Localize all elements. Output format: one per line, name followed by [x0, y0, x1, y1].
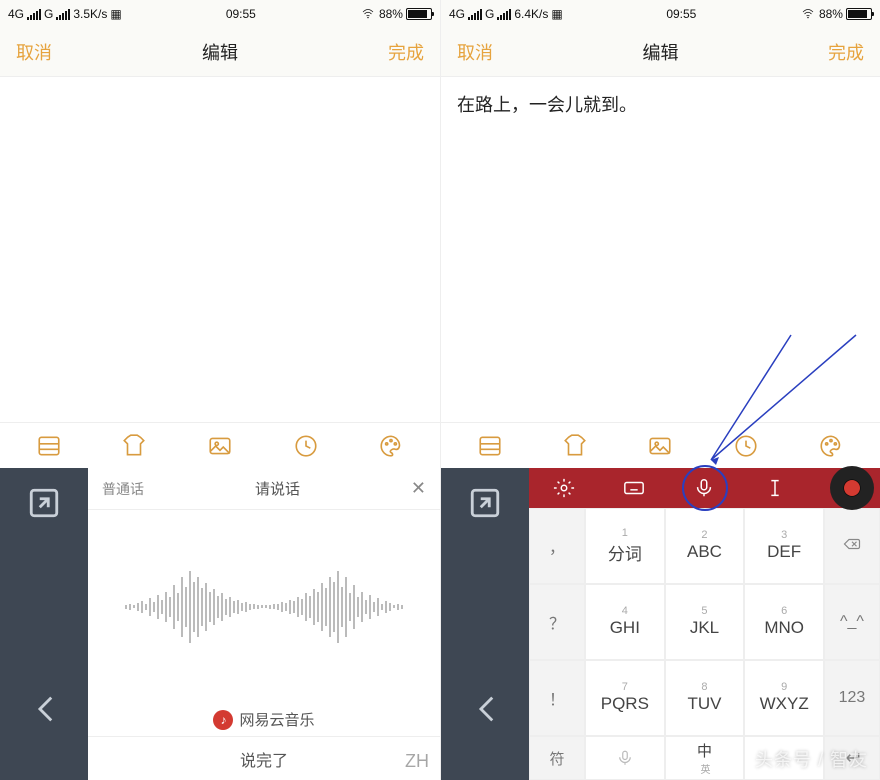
- cursor-icon[interactable]: [761, 474, 789, 502]
- key-4[interactable]: 4GHI: [585, 584, 665, 660]
- expand-icon[interactable]: [468, 486, 502, 520]
- editor-toolbar: [441, 422, 880, 468]
- signal-icon: [468, 8, 482, 20]
- wifi-icon: [800, 8, 816, 20]
- key-123[interactable]: 123: [824, 660, 880, 736]
- signal-icon: [27, 8, 41, 20]
- list-icon[interactable]: [474, 430, 506, 462]
- back-icon[interactable]: [471, 692, 499, 720]
- key-question[interactable]: ？: [529, 584, 585, 660]
- wifi-icon: [360, 8, 376, 20]
- voice-done-button[interactable]: 说完了: [88, 736, 440, 780]
- key-6[interactable]: 6MNO: [744, 584, 824, 660]
- signal-icon-2: [56, 8, 70, 20]
- expand-icon[interactable]: [27, 486, 61, 520]
- settings-icon[interactable]: [550, 474, 578, 502]
- editor-toolbar: [0, 422, 440, 468]
- done-button[interactable]: 完成: [828, 39, 864, 65]
- key-5[interactable]: 5JKL: [665, 584, 745, 660]
- battery-pct: 88%: [379, 7, 403, 21]
- key-symbols[interactable]: 符: [529, 736, 585, 780]
- voice-language[interactable]: 普通话: [88, 479, 158, 499]
- list-icon[interactable]: [33, 430, 65, 462]
- shirt-icon[interactable]: [559, 430, 591, 462]
- key-7[interactable]: 7PQRS: [585, 660, 665, 736]
- voice-prompt: 请说话: [158, 478, 397, 499]
- waveform: [88, 510, 440, 703]
- ime-sidebar: [441, 468, 529, 780]
- ime-sidebar: [0, 468, 88, 780]
- key-lang[interactable]: 中英: [665, 736, 745, 780]
- voice-panel: 普通话 请说话 ✕ ♪ 网易云音乐 说完了: [88, 468, 440, 780]
- shirt-icon[interactable]: [118, 430, 150, 462]
- page-title: 编辑: [202, 39, 238, 65]
- keypad: ， 1分词 2ABC 3DEF ？ 4GHI 5JKL 6MNO ^_^ ！ 7…: [529, 508, 880, 736]
- network-g: G: [485, 7, 494, 21]
- keyboard-panel: ， 1分词 2ABC 3DEF ？ 4GHI 5JKL 6MNO ^_^ ！ 7…: [529, 468, 880, 780]
- key-1[interactable]: 1分词: [585, 508, 665, 584]
- key-emoji[interactable]: ^_^: [824, 584, 880, 660]
- network-4g: 4G: [8, 7, 24, 21]
- key-9[interactable]: 9WXYZ: [744, 660, 824, 736]
- key-exclaim[interactable]: ！: [529, 660, 585, 736]
- image-icon[interactable]: [644, 430, 676, 462]
- key-comma[interactable]: ，: [529, 508, 585, 584]
- cancel-button[interactable]: 取消: [457, 39, 493, 65]
- battery-icon: [406, 8, 432, 20]
- clock: 09:55: [666, 7, 696, 21]
- status-bar: 4G G 3.5K/s ▦ 09:55 88%: [0, 0, 440, 28]
- key-3[interactable]: 3DEF: [744, 508, 824, 584]
- palette-icon[interactable]: [815, 430, 847, 462]
- image-icon[interactable]: [204, 430, 236, 462]
- netease-logo-icon: ♪: [213, 710, 233, 730]
- keyboard-icon[interactable]: [620, 474, 648, 502]
- ime-area: 普通话 请说话 ✕ ♪ 网易云音乐 说完了: [0, 468, 440, 780]
- note-editor[interactable]: 在路上，一会儿就到。: [441, 76, 880, 422]
- key-2[interactable]: 2ABC: [665, 508, 745, 584]
- watermark-left: ZH: [405, 751, 429, 772]
- back-icon[interactable]: [30, 692, 58, 720]
- ime-area: ， 1分词 2ABC 3DEF ？ 4GHI 5JKL 6MNO ^_^ ！ 7…: [441, 468, 880, 780]
- clock: 09:55: [226, 7, 256, 21]
- music-disc-icon[interactable]: [830, 466, 874, 510]
- palette-icon[interactable]: [375, 430, 407, 462]
- clock-icon[interactable]: [730, 430, 762, 462]
- network-4g: 4G: [449, 7, 465, 21]
- clock-icon[interactable]: [290, 430, 322, 462]
- keyboard-topbar: [529, 468, 880, 508]
- battery-icon: [846, 8, 872, 20]
- mic-icon[interactable]: [690, 474, 718, 502]
- watermark-right: 头条号 / 智友: [755, 746, 868, 772]
- page-title: 编辑: [643, 39, 679, 65]
- nav-bar: 取消 编辑 完成: [0, 28, 440, 76]
- signal-icon-2: [497, 8, 511, 20]
- net-speed: 3.5K/s: [73, 7, 107, 21]
- key-8[interactable]: 8TUV: [665, 660, 745, 736]
- sim-icon: ▦: [551, 7, 562, 21]
- battery-pct: 88%: [819, 7, 843, 21]
- phone-right: 4G G 6.4K/s ▦ 09:55 88% 取消 编辑 完成 在路上，一会儿…: [440, 0, 880, 780]
- sim-icon: ▦: [110, 7, 121, 21]
- key-mic-small[interactable]: [585, 736, 665, 780]
- network-g: G: [44, 7, 53, 21]
- close-icon[interactable]: ✕: [397, 478, 440, 499]
- status-bar: 4G G 6.4K/s ▦ 09:55 88%: [441, 0, 880, 28]
- brand-label: 网易云音乐: [239, 709, 314, 730]
- net-speed: 6.4K/s: [514, 7, 548, 21]
- key-backspace[interactable]: [824, 508, 880, 584]
- brand-row: ♪ 网易云音乐: [88, 703, 440, 736]
- nav-bar: 取消 编辑 完成: [441, 28, 880, 76]
- phone-left: 4G G 3.5K/s ▦ 09:55 88% 取消 编辑 完成: [0, 0, 440, 780]
- done-button[interactable]: 完成: [388, 39, 424, 65]
- note-editor[interactable]: [0, 76, 440, 422]
- cancel-button[interactable]: 取消: [16, 39, 52, 65]
